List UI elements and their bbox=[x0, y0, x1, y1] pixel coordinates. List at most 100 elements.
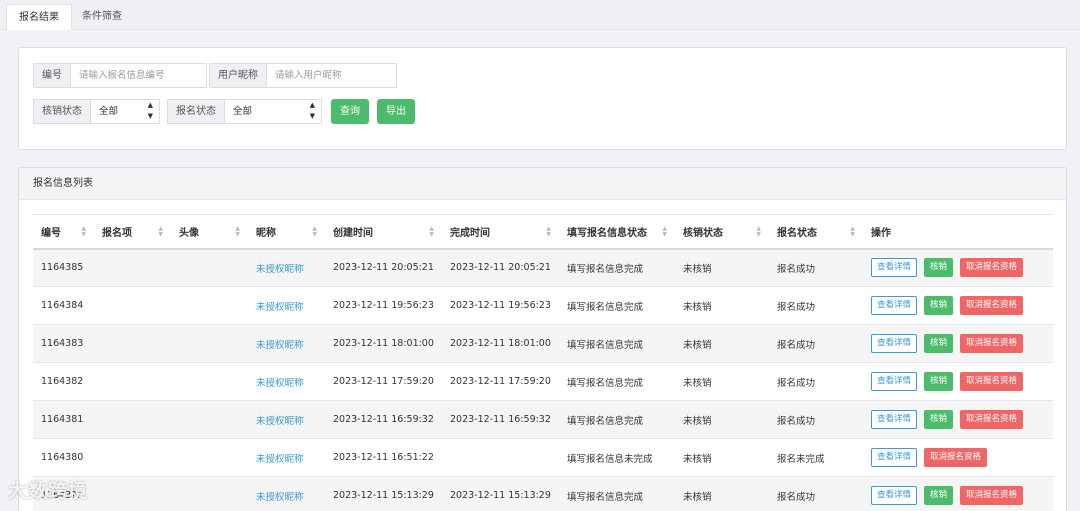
cell-actions: 查看详情 核销 取消报名资格 bbox=[863, 400, 1053, 439]
cell-verify-status: 未核销 bbox=[675, 362, 769, 401]
col-header[interactable]: 编号 ▲ ▼ bbox=[33, 214, 94, 250]
col-header[interactable]: 头像 ▲ ▼ bbox=[171, 214, 248, 250]
cell-signup-status: 报名成功 bbox=[769, 324, 863, 363]
view-detail-button[interactable]: 查看详情 bbox=[871, 258, 918, 278]
table-row: 1164383 未授权昵称 2023-12-11 18:01:00 2023-12-1… bbox=[33, 324, 1053, 363]
cell-actions: 查看详情 核销 取消报名资格 bbox=[863, 362, 1053, 401]
col-header[interactable]: 创建时间 ▲ ▼ bbox=[325, 214, 442, 250]
sort-icon: ▲ ▼ bbox=[235, 225, 240, 238]
col-header[interactable]: 核销状态 ▲ ▼ bbox=[675, 214, 769, 250]
cancel-signup-button[interactable]: 取消报名资格 bbox=[960, 372, 1024, 391]
cell-item bbox=[94, 362, 171, 401]
cell-verify-status: 未核销 bbox=[675, 400, 769, 439]
table-row: 1164385 未授权昵称 2023-12-11 20:05:21 2023-12-1… bbox=[33, 248, 1053, 287]
nickname-label: 用户昵称 bbox=[209, 63, 266, 88]
cell-id: 1164383 bbox=[33, 324, 94, 363]
cell-nickname[interactable]: 未授权昵称 bbox=[248, 324, 325, 363]
cell-signup-status: 报名成功 bbox=[769, 400, 863, 439]
cell-avatar bbox=[171, 438, 248, 477]
tab-signup-results[interactable]: 报名结果 bbox=[6, 4, 72, 30]
cancel-signup-button[interactable]: 取消报名资格 bbox=[924, 448, 988, 467]
cancel-signup-button[interactable]: 取消报名资格 bbox=[960, 334, 1024, 353]
cell-finished bbox=[442, 438, 559, 477]
cell-actions: 查看详情 核销 取消报名资格 bbox=[863, 324, 1053, 363]
cell-fill-status: 填写报名信息完成 bbox=[559, 362, 675, 401]
id-input[interactable]: 请输入报名信息编号 bbox=[70, 63, 207, 88]
row-actions: 查看详情 核销 取消报名资格 bbox=[871, 486, 1053, 505]
cell-verify-status: 未核销 bbox=[675, 438, 769, 477]
cell-signup-status: 报名成功 bbox=[769, 476, 863, 511]
view-detail-button[interactable]: 查看详情 bbox=[871, 296, 918, 315]
status-select[interactable]: 全部 ▲ ▼ bbox=[224, 99, 322, 124]
view-detail-button[interactable]: 查看详情 bbox=[871, 448, 918, 467]
cell-nickname[interactable]: 未授权昵称 bbox=[248, 362, 325, 401]
row-actions: 查看详情 取消报名资格 bbox=[871, 448, 1053, 467]
verify-select[interactable]: 全部 ▲ ▼ bbox=[90, 99, 160, 124]
cell-avatar bbox=[171, 476, 248, 511]
cell-item bbox=[94, 438, 171, 477]
verify-button[interactable]: 核销 bbox=[924, 296, 954, 315]
verify-button[interactable]: 核销 bbox=[924, 258, 954, 278]
view-detail-button[interactable]: 查看详情 bbox=[871, 410, 918, 429]
cell-created: 2023-12-11 18:01:00 bbox=[325, 324, 442, 363]
col-header[interactable]: 昵称 ▲ ▼ bbox=[248, 214, 325, 250]
cell-id: 1164385 bbox=[33, 248, 94, 287]
cancel-signup-button[interactable]: 取消报名资格 bbox=[960, 258, 1024, 278]
col-header[interactable]: 报名状态 ▲ ▼ bbox=[769, 214, 863, 250]
list-title: 报名信息列表 bbox=[19, 168, 1066, 200]
filter-panel: 编号 请输入报名信息编号 用户昵称 请输入用户昵称 核销状态 全部 ▲ ▼ 报名状… bbox=[18, 47, 1067, 150]
col-header[interactable]: 填写报名信息状态 ▲ ▼ bbox=[559, 214, 675, 250]
export-button[interactable]: 导出 bbox=[377, 99, 415, 124]
verify-select-value: 全部 bbox=[99, 106, 119, 117]
tab-condition-filter[interactable]: 条件筛查 bbox=[70, 4, 134, 30]
cell-nickname[interactable]: 未授权昵称 bbox=[248, 400, 325, 439]
cell-fill-status: 填写报名信息完成 bbox=[559, 400, 675, 439]
verify-filter-group: 核销状态 全部 ▲ ▼ bbox=[33, 99, 160, 124]
col-header[interactable]: 完成时间 ▲ ▼ bbox=[442, 214, 559, 250]
row-actions: 查看详情 核销 取消报名资格 bbox=[871, 258, 1053, 278]
verify-button[interactable]: 核销 bbox=[924, 410, 954, 429]
cell-nickname[interactable]: 未授权昵称 bbox=[248, 476, 325, 511]
cell-verify-status: 未核销 bbox=[675, 248, 769, 287]
cancel-signup-button[interactable]: 取消报名资格 bbox=[960, 486, 1024, 505]
verify-button[interactable]: 核销 bbox=[924, 486, 954, 505]
cell-created: 2023-12-11 16:51:22 bbox=[325, 438, 442, 477]
cell-verify-status: 未核销 bbox=[675, 476, 769, 511]
view-detail-button[interactable]: 查看详情 bbox=[871, 486, 918, 505]
cell-nickname[interactable]: 未授权昵称 bbox=[248, 286, 325, 325]
view-detail-button[interactable]: 查看详情 bbox=[871, 334, 918, 353]
verify-button[interactable]: 核销 bbox=[924, 372, 954, 391]
cancel-signup-button[interactable]: 取消报名资格 bbox=[960, 410, 1024, 429]
cell-fill-status: 填写报名信息未完成 bbox=[559, 438, 675, 477]
col-header[interactable]: 报名项 ▲ ▼ bbox=[94, 214, 171, 250]
search-button[interactable]: 查询 bbox=[331, 99, 369, 124]
nickname-input[interactable]: 请输入用户昵称 bbox=[266, 63, 397, 88]
cell-fill-status: 填写报名信息完成 bbox=[559, 476, 675, 511]
cancel-signup-button[interactable]: 取消报名资格 bbox=[960, 296, 1024, 315]
cell-finished: 2023-12-11 15:13:29 bbox=[442, 476, 559, 511]
cell-id: 1164381 bbox=[33, 400, 94, 439]
list-panel: 报名信息列表 编号 ▲ ▼ 报名项 ▲ ▼ 头像 ▲ ▼ 昵称 ▲ ▼ 创建时间 ▲ ▼ 完成时间 ▲… bbox=[18, 167, 1067, 511]
cell-avatar bbox=[171, 362, 248, 401]
cell-actions: 查看详情 核销 取消报名资格 bbox=[863, 248, 1053, 287]
cell-nickname[interactable]: 未授权昵称 bbox=[248, 438, 325, 477]
view-detail-button[interactable]: 查看详情 bbox=[871, 372, 918, 391]
cell-id: 1164382 bbox=[33, 362, 94, 401]
table-row: 11643?? 未授权昵称 2023-12-11 15:13:29 2023-12-1… bbox=[33, 476, 1053, 511]
cell-signup-status: 报名未完成 bbox=[769, 438, 863, 477]
id-filter-group: 编号 请输入报名信息编号 bbox=[33, 63, 207, 88]
cell-avatar bbox=[171, 286, 248, 325]
verify-button[interactable]: 核销 bbox=[924, 334, 954, 353]
cell-actions: 查看详情 核销 取消报名资格 bbox=[863, 286, 1053, 325]
table-header-row: 编号 ▲ ▼ 报名项 ▲ ▼ 头像 ▲ ▼ 昵称 ▲ ▼ 创建时间 ▲ ▼ 完成时间 ▲ ▼ 填写报名信… bbox=[33, 214, 1053, 250]
cell-verify-status: 未核销 bbox=[675, 324, 769, 363]
cell-nickname[interactable]: 未授权昵称 bbox=[248, 248, 325, 287]
col-header: 操作 bbox=[863, 214, 1053, 250]
sort-icon: ▲ ▼ bbox=[429, 225, 434, 238]
status-select-value: 全部 bbox=[233, 106, 253, 117]
watermark-logo: 大数跨境 bbox=[8, 480, 89, 502]
cell-actions: 查看详情 取消报名资格 bbox=[863, 438, 1053, 477]
select-arrows-icon: ▲ ▼ bbox=[309, 101, 315, 120]
row-actions: 查看详情 核销 取消报名资格 bbox=[871, 410, 1053, 429]
sort-icon: ▲ ▼ bbox=[850, 225, 855, 238]
